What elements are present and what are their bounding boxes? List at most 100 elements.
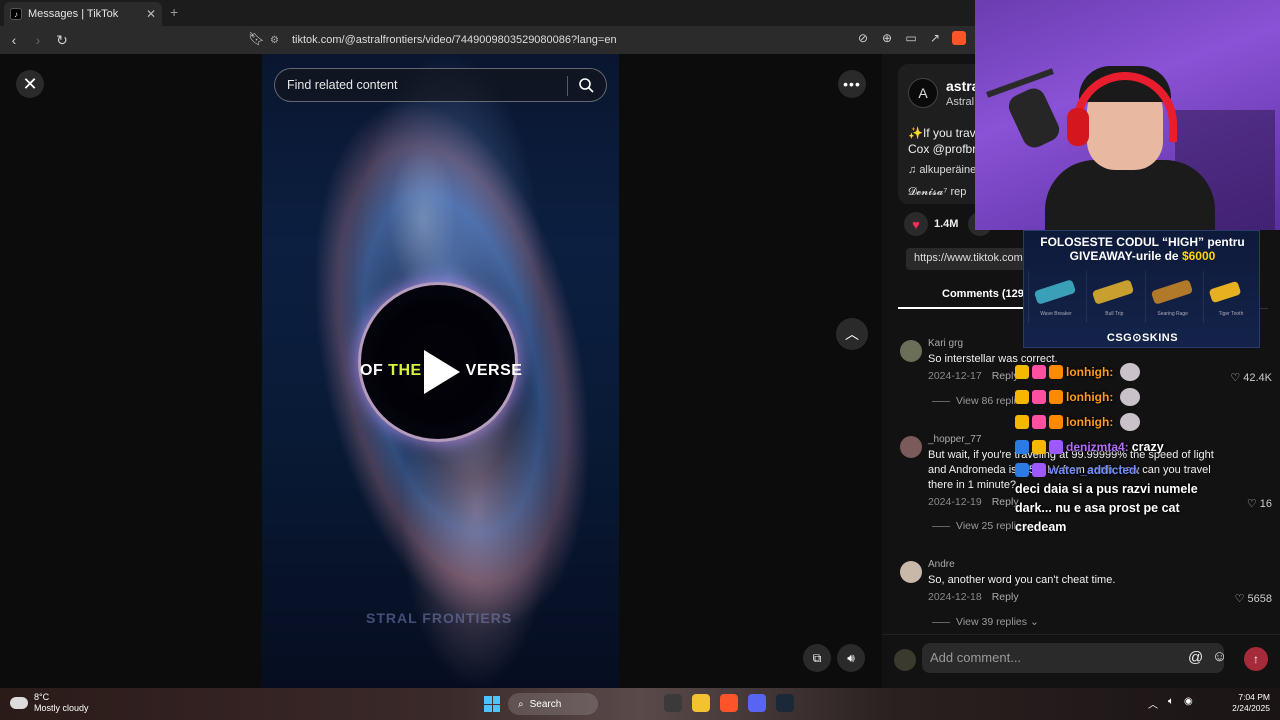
taskbar-search-label: Search (529, 698, 562, 710)
taskbar-search[interactable]: ⌕ Search (508, 693, 598, 715)
add-comment-input[interactable]: Add comment... (922, 643, 1224, 673)
previous-video-button[interactable]: ︿ (836, 318, 868, 350)
mention-icon[interactable]: @ (1188, 649, 1203, 666)
arrow-up-icon: ↑ (1253, 652, 1259, 666)
music-title: alkuperäine (919, 164, 977, 176)
post-comment-button[interactable]: ↑ (1244, 647, 1268, 671)
zoom-icon[interactable]: ⊕ (880, 31, 894, 45)
close-video-button[interactable]: ✕ (16, 70, 44, 98)
no-tracking-icon[interactable]: ⊘ (856, 31, 870, 45)
sub-badge-icon (1032, 415, 1046, 429)
commenter-name[interactable]: _hopper_77 (928, 434, 981, 445)
chat-username: water_addicted: (1049, 463, 1141, 477)
view-replies-label: View 39 replies (956, 616, 1028, 628)
commenter-name[interactable]: Kari grg (928, 338, 963, 349)
new-tab-button[interactable]: + (170, 4, 178, 20)
weather-condition: Mostly cloudy (34, 703, 89, 713)
cloud-icon (10, 697, 28, 709)
reply-button[interactable]: Reply (992, 591, 1019, 603)
pip-icon: ⧉ (812, 650, 822, 665)
comment-text: So, another word you can't cheat time. (928, 574, 1116, 586)
search-placeholder: Find related content (287, 78, 398, 92)
volume-button[interactable]: 🔊︎ (837, 644, 865, 672)
browser-tab[interactable]: ♪ Messages | TikTok ✕ (4, 2, 162, 26)
task-view-icon[interactable] (664, 694, 682, 712)
sub-badge-icon (1032, 365, 1046, 379)
cast-icon[interactable]: ▭ (904, 31, 918, 45)
comment-date: 2024-12-18 (928, 591, 982, 603)
sub-badge-icon (1032, 390, 1046, 404)
skin-name: Searing Rage (1157, 311, 1188, 317)
tiktok-favicon-icon: ♪ (10, 8, 22, 20)
comment-meta: 2024-12-18 Reply (928, 591, 1019, 603)
site-info-icon[interactable]: ⚙ (270, 35, 284, 46)
music-info[interactable]: ♫ alkuperäine (908, 164, 976, 176)
bits-badge-icon (1049, 365, 1063, 379)
related-search-input[interactable]: Find related content (274, 68, 607, 102)
back-icon[interactable]: ‹ (4, 30, 24, 50)
weather-widget[interactable]: 8°C Mostly cloudy (10, 692, 89, 714)
emoji-icon[interactable]: ☺ (1212, 648, 1227, 665)
bits-badge-icon (1049, 390, 1063, 404)
comment-meta: 2024-12-19 Reply (928, 496, 1019, 508)
share-icon[interactable]: ↗ (928, 31, 942, 45)
file-explorer-icon[interactable] (692, 694, 710, 712)
commenter-avatar[interactable] (900, 340, 922, 362)
volume-icon[interactable]: 🔈︎ (1168, 696, 1174, 711)
video-player[interactable]: OF THE VERSE STRAL FRONTIERS (262, 54, 619, 688)
start-button[interactable] (484, 696, 500, 712)
post-description-line2: Cox @profbr (908, 142, 977, 156)
more-options-button[interactable]: ••• (838, 70, 866, 98)
commenter-avatar[interactable] (900, 436, 922, 458)
picture-in-picture-button[interactable]: ⧉ (803, 644, 831, 672)
system-clock[interactable]: 7:04 PM 2/24/2025 (1226, 692, 1270, 714)
chat-message: crazy (1131, 440, 1164, 454)
brave-browser-icon[interactable] (720, 694, 738, 712)
network-icon[interactable]: ◉ (1184, 696, 1193, 711)
add-comment-bar: Add comment... @ ☺ ↑ (882, 634, 1280, 682)
tab-active-indicator (898, 307, 1038, 309)
forward-icon[interactable]: › (28, 30, 48, 50)
clock-time: 7:04 PM (1238, 692, 1270, 702)
skin-name: Wave Breaker (1040, 311, 1072, 317)
play-icon[interactable] (424, 350, 460, 394)
chat-line: water_addicted: (1015, 460, 1140, 480)
account-subtitle: Astral (946, 96, 975, 108)
like-button[interactable]: ♥ (904, 212, 928, 236)
comment-meta: 2024-12-17 Reply (928, 370, 1019, 382)
mod-badge-icon (1015, 463, 1029, 477)
skin-showcase: Wave Breaker Bull Trip Searing Rage Tige… (1028, 271, 1257, 323)
brave-shield-icon[interactable] (952, 31, 966, 45)
clock-date: 2/24/2025 (1232, 703, 1270, 713)
skin-name: Tiger Tooth (1218, 311, 1244, 317)
close-icon: ✕ (22, 73, 38, 94)
chat-username: denizmta4: (1066, 440, 1129, 454)
commenter-name[interactable]: Andre (928, 559, 955, 570)
search-icon[interactable] (578, 77, 594, 93)
sponsor-promo-banner: FOLOSESTE CODUL “HIGH” pentru GIVEAWAY-u… (1023, 230, 1260, 348)
tab-close-icon[interactable]: ✕ (146, 7, 156, 21)
comment-item: Andre So, another word you can't cheat t… (898, 559, 1278, 639)
heart-icon: ♥ (912, 216, 920, 232)
crown-badge-icon (1015, 365, 1029, 379)
comment-likes[interactable]: ♡ 5658 (1235, 592, 1272, 605)
account-avatar[interactable]: A (908, 78, 938, 108)
speaker-icon: 🔊︎ (847, 650, 855, 665)
sub-badge-icon (1032, 463, 1046, 477)
tray-chevron-icon[interactable]: ︿ (1148, 696, 1158, 711)
reload-icon[interactable]: ↻ (52, 30, 72, 50)
view-replies-button[interactable]: View 86 replies (932, 395, 1027, 407)
steam-icon[interactable] (776, 694, 794, 712)
heart-outline-icon: ♡ (1234, 593, 1248, 605)
headphones-cup (1067, 108, 1089, 146)
streamer-webcam (975, 0, 1280, 230)
tab-comments[interactable]: Comments (129 (942, 288, 1024, 300)
discord-icon[interactable] (748, 694, 766, 712)
chat-line: lonhigh: (1015, 387, 1141, 407)
commenter-avatar[interactable] (900, 561, 922, 583)
chat-line: denizmta4: crazy (1015, 437, 1164, 457)
view-replies-button[interactable]: View 39 replies ⌄ (932, 616, 1039, 628)
post-description-line1: ✨If you trav (908, 126, 976, 140)
bookmark-icon[interactable]: 🔖︎ (248, 31, 265, 47)
temperature: 8°C (34, 692, 50, 702)
